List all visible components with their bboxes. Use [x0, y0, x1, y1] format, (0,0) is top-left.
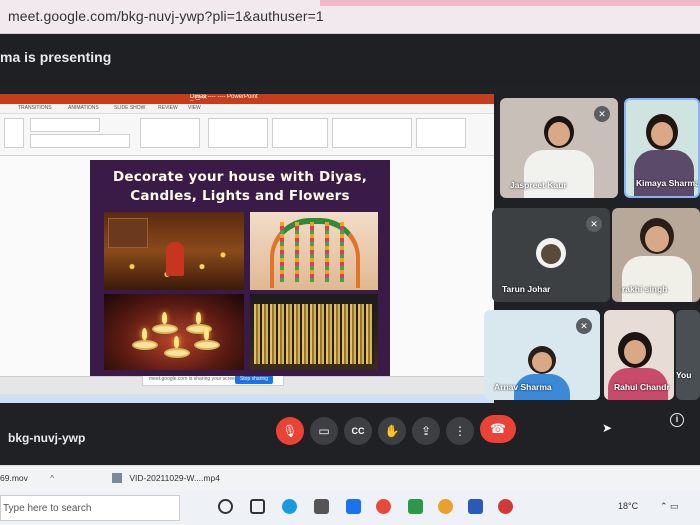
chrome-icon[interactable] — [438, 499, 453, 514]
system-tray-icons[interactable]: ⌃ ▭ — [660, 501, 679, 512]
window-controls[interactable]: _ ▢ ✕ — [190, 94, 490, 101]
menu-review[interactable]: REVIEW — [158, 105, 178, 111]
download-item[interactable]: 69.mov ^ — [0, 473, 54, 483]
search-placeholder: Type here to search — [3, 503, 92, 514]
meeting-code: bkg-nuvj-ywp — [8, 431, 86, 445]
string-lights-photo — [250, 294, 378, 370]
app-badge-icon[interactable] — [498, 499, 513, 514]
url-text[interactable]: meet.google.com/bkg-nuvj-ywp?pli=1&authu… — [8, 8, 324, 24]
taskbar-search[interactable]: Type here to search — [0, 495, 180, 521]
flower-garland-photo — [250, 212, 378, 290]
downloads-bar: 69.mov ^ VID-20211029-W....mp4 — [0, 465, 700, 491]
task-view-icon[interactable] — [250, 499, 265, 514]
video-file-icon — [112, 473, 122, 483]
ribbon-group-slides[interactable] — [4, 118, 24, 148]
participant-tile[interactable]: ✕ Jaspreet Kaur — [500, 98, 618, 198]
ribbon-font-box[interactable] — [30, 118, 100, 132]
participant-name: You — [676, 370, 692, 380]
chevron-up-icon[interactable]: ^ — [50, 474, 54, 483]
cortana-icon[interactable] — [218, 499, 233, 514]
participant-tile[interactable]: ✕ Tarun Johar — [492, 208, 610, 302]
participant-name: Tarun Johar — [502, 284, 551, 294]
mic-off-icon: ✕ — [594, 106, 610, 122]
slide-title: Decorate your house with Diyas, Candles,… — [90, 168, 390, 206]
chrome-icon[interactable] — [376, 499, 391, 514]
present-icon[interactable]: ⇪ — [412, 417, 440, 445]
download-item[interactable]: VID-20211029-W....mp4 — [112, 473, 220, 483]
menu-view[interactable]: VIEW — [188, 105, 201, 111]
mic-off-icon[interactable]: 🎙 — [276, 417, 304, 445]
browser-address-bar[interactable]: meet.google.com/bkg-nuvj-ywp?pli=1&authu… — [0, 0, 700, 34]
candles-photo — [104, 294, 244, 370]
mic-off-icon: ✕ — [586, 216, 602, 232]
end-call-icon[interactable]: ☎ — [480, 415, 516, 443]
app-icon[interactable] — [408, 499, 423, 514]
ribbon-paragraph-box[interactable] — [140, 118, 200, 148]
store-icon[interactable] — [314, 499, 329, 514]
participant-name: Kimaya Sharma — [636, 178, 700, 188]
screen: meet.google.com/bkg-nuvj-ywp?pli=1&authu… — [0, 0, 700, 525]
participant-name: Jaspreet Kaur — [510, 180, 567, 190]
share-bar-text: meet.google.com is sharing your screen. — [149, 376, 240, 382]
presenting-text: ma is presenting — [0, 49, 112, 65]
powerpoint-menu: TRANSITIONS ANIMATIONS SLIDE SHOW REVIEW… — [0, 104, 494, 114]
presenting-banner: ma is presenting — [0, 34, 700, 86]
participant-tile[interactable]: Kimaya Sharma — [624, 98, 700, 198]
camera-icon[interactable]: ▭ — [310, 417, 338, 445]
word-icon[interactable] — [468, 499, 483, 514]
browser-tab-strip — [320, 0, 700, 6]
powerpoint-titlebar: Diwali ---- ---- PowerPoint _ ▢ ✕ — [0, 94, 494, 104]
hand-icon[interactable]: ✋ — [378, 417, 406, 445]
info-icon[interactable]: i — [670, 413, 684, 427]
ribbon-format-box[interactable] — [30, 134, 130, 148]
slide: Decorate your house with Diyas, Candles,… — [90, 160, 390, 376]
windows-taskbar: Type here to search 18°C ⌃ ▭ — [0, 491, 700, 525]
edge-icon[interactable] — [282, 499, 297, 514]
more-vert-icon[interactable]: ⋮ — [446, 417, 474, 445]
menu-transitions[interactable]: TRANSITIONS — [18, 105, 52, 111]
slide-title-line1: Decorate your house with Diyas, — [112, 169, 368, 185]
meet-control-bar: bkg-nuvj-ywp 🎙 ▭ CC ✋ ⇪ ⋮ ☎ i — [0, 403, 700, 465]
download-name: 69.mov — [0, 473, 28, 483]
stop-sharing-button[interactable]: Stop sharing — [235, 375, 273, 384]
download-name: VID-20211029-W....mp4 — [129, 473, 220, 483]
ribbon-editing[interactable] — [416, 118, 466, 148]
ribbon-arrange[interactable] — [332, 118, 412, 148]
participant-tile[interactable]: ✕ Arnav Sharma — [484, 310, 600, 400]
participant-tile-self[interactable]: You — [676, 310, 700, 400]
menu-slideshow[interactable]: SLIDE SHOW — [114, 105, 145, 111]
menu-animations[interactable]: ANIMATIONS — [68, 105, 99, 111]
cc-icon[interactable]: CC — [344, 417, 372, 445]
mic-off-icon: ✕ — [576, 318, 592, 334]
ribbon-text-direction[interactable] — [208, 118, 268, 148]
participant-tile[interactable]: rakhi singh — [612, 208, 700, 302]
mouse-cursor-icon: ➤ — [602, 421, 613, 435]
powerpoint-ribbon — [0, 114, 494, 156]
participant-tile[interactable]: Rahul Chandr — [604, 310, 674, 400]
mail-icon[interactable] — [346, 499, 361, 514]
participant-name: Arnav Sharma — [494, 382, 552, 392]
slide-title-line2: Candles, Lights and Flowers — [130, 188, 350, 204]
diyas-photo — [104, 212, 244, 290]
ribbon-shapes[interactable] — [272, 118, 328, 148]
participant-name: Rahul Chandr — [614, 382, 670, 392]
participant-name: rakhi singh — [622, 284, 668, 294]
weather-temperature[interactable]: 18°C — [618, 501, 638, 511]
